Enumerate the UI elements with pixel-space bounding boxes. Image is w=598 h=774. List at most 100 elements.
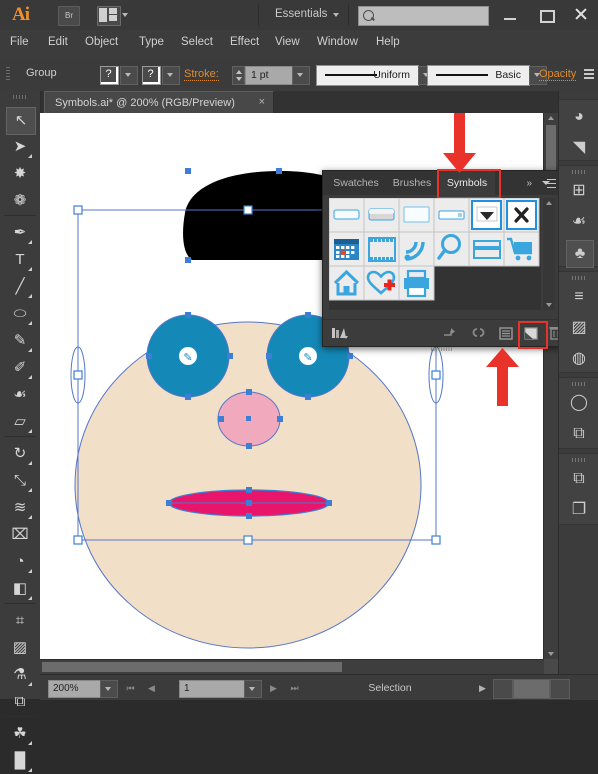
blend-tool[interactable]: ⧉ <box>6 689 34 715</box>
eraser-tool[interactable]: ▱ <box>6 409 34 435</box>
tool-flyout-indicator-icon[interactable] <box>28 488 32 492</box>
tool-flyout-indicator-icon[interactable] <box>28 267 32 271</box>
expand-panels-icon[interactable]: » <box>526 178 531 189</box>
zoom-level-dropdown[interactable] <box>100 680 118 698</box>
symbols-panel-icon[interactable]: ♣ <box>566 240 594 268</box>
line-segment-tool[interactable]: ╱ <box>6 274 34 300</box>
bridge-button[interactable]: Br <box>58 6 80 26</box>
minimize-button[interactable] <box>493 0 528 29</box>
stroke-profile-display[interactable]: Uniform <box>316 65 419 86</box>
arrange-chevron-down-icon[interactable] <box>122 13 128 17</box>
tool-flyout-indicator-icon[interactable] <box>28 294 32 298</box>
zoom-level-input[interactable]: 200% <box>48 680 104 698</box>
horizontal-scroll-thumb[interactable] <box>42 662 342 672</box>
tool-flyout-indicator-icon[interactable] <box>28 375 32 379</box>
color-guide-panel-icon[interactable]: ◥ <box>566 135 592 161</box>
close-button[interactable] <box>563 0 598 29</box>
brush-definition-display[interactable]: Basic <box>427 65 530 86</box>
width-tool[interactable]: ≋ <box>6 495 34 521</box>
pencil-tool[interactable]: ✐ <box>6 355 34 381</box>
stroke-dropdown[interactable] <box>162 66 180 85</box>
menu-effect[interactable]: Effect <box>230 36 259 48</box>
tool-flyout-indicator-icon[interactable] <box>28 461 32 465</box>
menu-view[interactable]: View <box>275 36 300 48</box>
graphic-styles-panel-icon[interactable]: ⧉ <box>566 421 592 447</box>
symbols-grid-scrollbar[interactable] <box>543 198 555 310</box>
pen-tool[interactable]: ✒ <box>6 220 34 246</box>
appearance-panel-icon[interactable]: ◯ <box>566 390 592 416</box>
stroke-swatch[interactable]: ? <box>142 66 161 85</box>
workspace-switcher[interactable]: Essentials <box>275 8 327 20</box>
search-input[interactable] <box>358 6 489 26</box>
workspace-chevron-down-icon[interactable] <box>333 13 339 17</box>
tool-flyout-indicator-icon[interactable] <box>28 515 32 519</box>
tool-flyout-indicator-icon[interactable] <box>28 596 32 600</box>
symbols-panel-menu-icon[interactable] <box>542 179 556 189</box>
panel-dock-group-grip[interactable] <box>572 170 586 174</box>
lasso-tool[interactable]: ❁ <box>6 188 34 214</box>
swatches-panel-icon[interactable]: ⊞ <box>566 178 592 204</box>
document-tab[interactable]: Symbols.ai* @ 200% (RGB/Preview) × <box>44 91 274 114</box>
menu-edit[interactable]: Edit <box>48 36 68 48</box>
status-menu-arrow-icon[interactable]: ▶ <box>475 680 490 696</box>
tool-flyout-indicator-icon[interactable] <box>28 348 32 352</box>
paintbrush-tool[interactable]: ✎ <box>6 328 34 354</box>
panel-dock-group-grip[interactable] <box>572 276 586 280</box>
symbols-panel-resize-grip[interactable] <box>431 347 453 351</box>
scroll-up-icon[interactable] <box>548 116 554 120</box>
stroke-weight-dropdown[interactable] <box>292 66 310 85</box>
stroke-label[interactable]: Stroke: <box>184 68 219 81</box>
bottom-scroll-thumb[interactable] <box>513 679 550 699</box>
color-panel-icon[interactable]: ◕ <box>566 104 592 130</box>
scroll-left-button[interactable] <box>493 679 513 699</box>
tool-flyout-indicator-icon[interactable] <box>28 682 32 686</box>
tool-flyout-indicator-icon[interactable] <box>28 768 32 772</box>
break-link-to-symbol-button[interactable] <box>469 325 487 341</box>
scroll-down-icon[interactable] <box>546 303 552 307</box>
control-bar-menu-icon[interactable] <box>580 68 594 80</box>
free-transform-tool[interactable]: ⌧ <box>6 522 34 548</box>
gradient-panel-icon[interactable]: ▨ <box>566 315 592 341</box>
mesh-tool[interactable]: ⌗ <box>6 608 34 634</box>
rotate-tool[interactable]: ↻ <box>6 441 34 467</box>
tools-panel-grip[interactable] <box>13 95 27 99</box>
first-artboard-button[interactable]: ⏮ <box>123 680 138 696</box>
perspective-grid-tool[interactable]: ◧ <box>6 576 34 602</box>
symbols-panel[interactable]: Swatches Brushes Symbols » <box>322 169 563 351</box>
stroke-panel-icon[interactable]: ≡ <box>566 284 592 310</box>
menu-window[interactable]: Window <box>317 36 358 48</box>
scroll-right-button[interactable] <box>550 679 570 699</box>
tab-brushes[interactable]: Brushes <box>385 171 439 195</box>
maximize-button[interactable] <box>528 0 563 29</box>
menu-file[interactable]: File <box>10 36 29 48</box>
stroke-weight-stepper[interactable] <box>232 66 245 85</box>
artboard-navigation-dropdown[interactable] <box>244 680 262 698</box>
status-text[interactable]: Selection <box>300 682 480 694</box>
previous-artboard-button[interactable]: ◀ <box>144 680 159 696</box>
magic-wand-tool[interactable]: ✸ <box>6 161 34 187</box>
fill-swatch[interactable]: ? <box>100 66 119 85</box>
brushes-panel-icon[interactable]: ☙ <box>566 209 592 235</box>
ellipse-tool[interactable]: ⬭ <box>6 301 34 327</box>
stroke-weight-input[interactable]: 1 pt <box>245 66 299 85</box>
scroll-down-icon[interactable] <box>548 652 554 656</box>
scroll-up-icon[interactable] <box>546 201 552 205</box>
artboard-number-input[interactable]: 1 <box>179 680 248 698</box>
direct-selection-tool[interactable]: ➤ <box>6 134 34 160</box>
panel-dock-group-grip[interactable] <box>572 458 586 462</box>
column-graph-tool[interactable]: █ <box>6 748 34 774</box>
menu-select[interactable]: Select <box>181 36 213 48</box>
symbol-options-button[interactable] <box>497 325 515 341</box>
layers-panel-icon[interactable]: ⧉ <box>566 466 592 492</box>
control-bar-grip[interactable] <box>6 67 10 82</box>
opacity-label[interactable]: Opacity <box>539 68 577 81</box>
transparency-panel-icon[interactable]: ◍ <box>566 346 592 372</box>
arrange-documents-button[interactable] <box>97 6 121 26</box>
artboards-panel-icon[interactable]: ❐ <box>566 497 592 523</box>
tool-flyout-indicator-icon[interactable] <box>28 240 32 244</box>
tool-flyout-indicator-icon[interactable] <box>28 741 32 745</box>
blob-brush-tool[interactable]: ☙ <box>6 382 34 408</box>
horizontal-scrollbar[interactable] <box>40 659 544 674</box>
symbol-sprayer-tool[interactable]: ☘ <box>6 721 34 747</box>
shape-builder-tool[interactable]: ◔ <box>6 549 34 575</box>
